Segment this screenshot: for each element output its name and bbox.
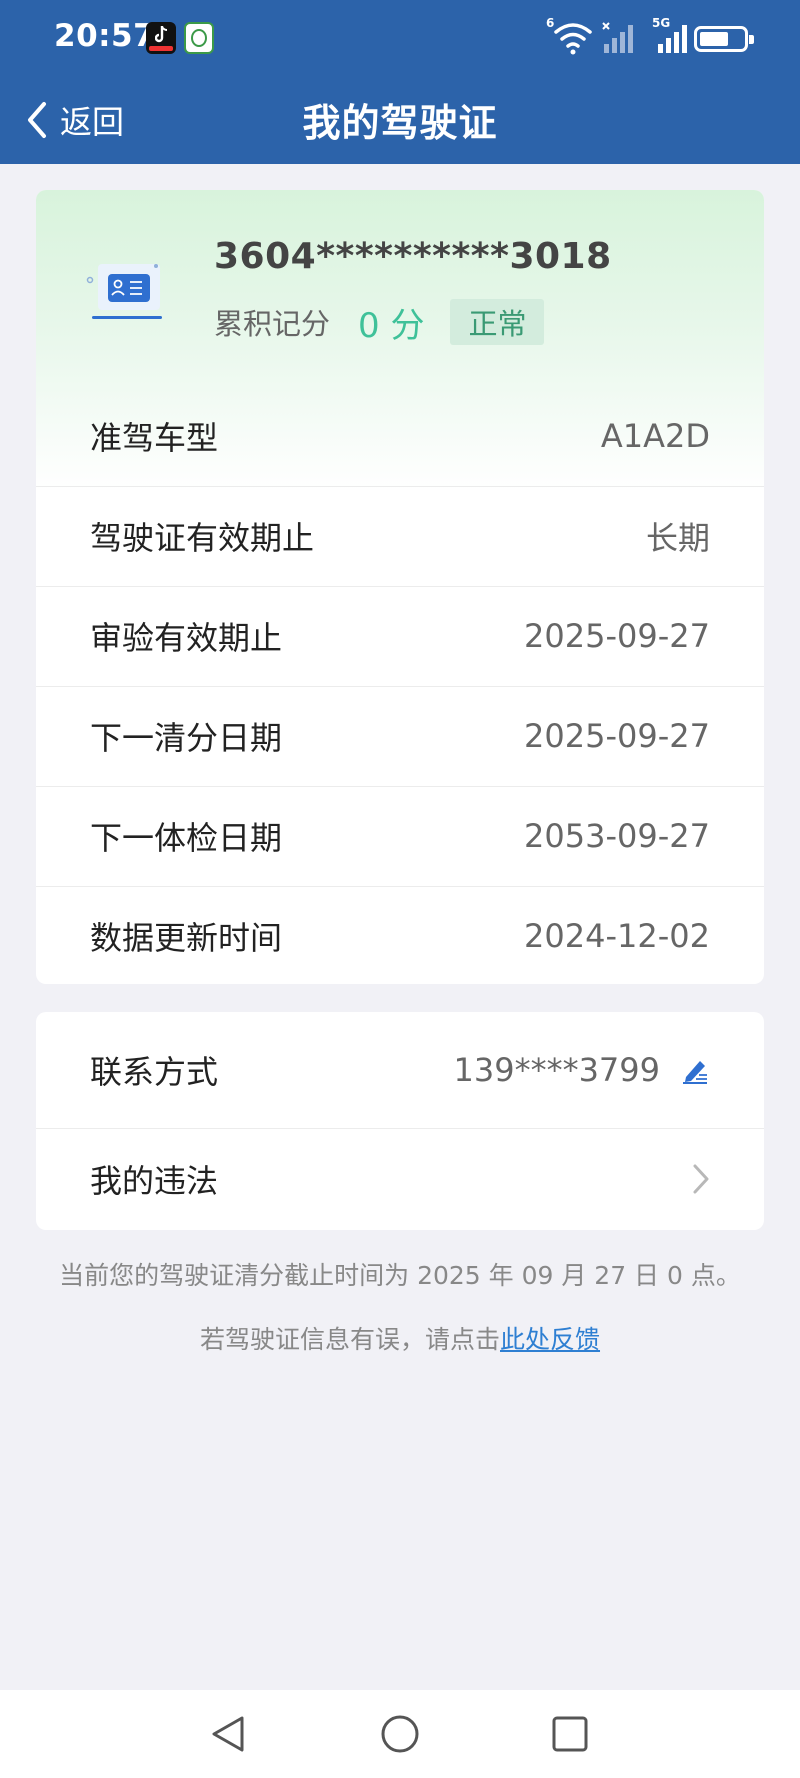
id-card-icon xyxy=(86,264,162,319)
signal-icon xyxy=(658,25,687,53)
info-row-next-checkup-date: 下一体检日期 2053-09-27 xyxy=(36,786,764,886)
edit-icon[interactable] xyxy=(680,1055,710,1085)
info-row-next-clear-date: 下一清分日期 2025-09-27 xyxy=(36,686,764,786)
contact-card: 联系方式 139****3799 我的违法 xyxy=(36,1012,764,1230)
status-bar: 20:57 6 5G xyxy=(0,0,800,76)
violations-label: 我的违法 xyxy=(90,1162,219,1200)
page-title: 我的驾驶证 xyxy=(302,101,498,145)
row-value: 2025-09-27 xyxy=(524,717,710,755)
points-label: 累积记分 xyxy=(214,307,331,341)
contact-value: 139****3799 xyxy=(453,1051,660,1089)
status-badge: 正常 xyxy=(450,299,545,345)
system-home-icon[interactable] xyxy=(376,1710,424,1758)
chevron-right-icon xyxy=(693,1164,709,1194)
license-number: 3604**********3018 xyxy=(214,236,612,277)
row-label: 审验有效期止 xyxy=(90,619,283,657)
row-value: A1A2D xyxy=(600,417,710,455)
info-row-inspection-expiry: 审验有效期止 2025-09-27 xyxy=(36,586,764,686)
row-label: 驾驶证有效期止 xyxy=(90,519,315,557)
signal-icon xyxy=(602,22,633,53)
row-label: 下一体检日期 xyxy=(90,819,283,857)
info-row-data-updated: 数据更新时间 2024-12-02 xyxy=(36,886,764,984)
info-row-vehicle-class: 准驾车型 A1A2D xyxy=(36,386,764,486)
battery-icon xyxy=(694,26,754,52)
tiktok-app-icon xyxy=(146,22,176,54)
points-value: 0 分 xyxy=(358,305,425,346)
status-time: 20:57 xyxy=(54,18,156,54)
info-row-license-expiry: 驾驶证有效期止 长期 xyxy=(36,486,764,586)
nav-bar: 返回 我的驾驶证 xyxy=(0,76,800,164)
row-label: 准驾车型 xyxy=(90,419,219,457)
contact-row: 联系方式 139****3799 xyxy=(36,1012,764,1128)
app-header: 20:57 6 5G 返回 我的驾驶证 xyxy=(0,0,800,164)
my-violations-row[interactable]: 我的违法 xyxy=(36,1128,764,1230)
wifi-icon xyxy=(554,23,592,55)
row-value: 2053-09-27 xyxy=(524,817,710,855)
feedback-line: 若驾驶证信息有误，请点击此处反馈 xyxy=(0,1320,800,1356)
row-value: 长期 xyxy=(645,519,710,557)
row-label: 下一清分日期 xyxy=(90,719,283,757)
row-value: 2024-12-02 xyxy=(524,917,710,955)
license-card: 3604**********3018 累积记分 0 分 正常 准驾车型 A1A2… xyxy=(36,190,764,984)
row-value: 2025-09-27 xyxy=(524,617,710,655)
clear-deadline-notice: 当前您的驾驶证清分截止时间为 2025 年 09 月 27 日 0 点。 xyxy=(59,1261,741,1290)
contact-label: 联系方式 xyxy=(90,1053,219,1091)
points-row: 累积记分 0 分 正常 xyxy=(214,299,545,346)
feedback-link[interactable]: 此处反馈 xyxy=(500,1325,600,1354)
system-nav-bar xyxy=(0,1690,800,1778)
system-recent-apps-icon[interactable] xyxy=(546,1710,594,1758)
green-app-icon xyxy=(184,22,214,54)
row-label: 数据更新时间 xyxy=(90,919,283,957)
feedback-prefix: 若驾驶证信息有误，请点击 xyxy=(199,1325,500,1354)
system-back-icon[interactable] xyxy=(204,1710,252,1758)
